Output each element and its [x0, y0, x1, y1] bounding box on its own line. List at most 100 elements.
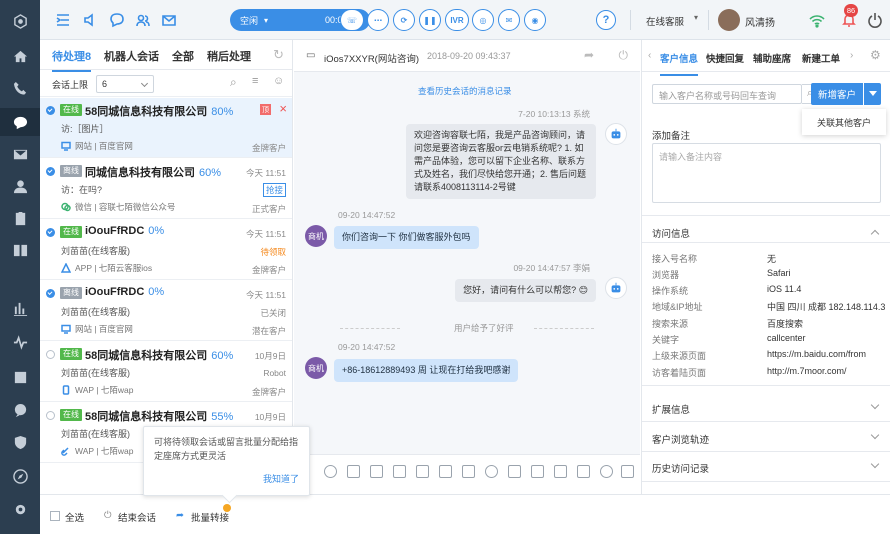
chevron-right-icon[interactable]: › [850, 50, 853, 61]
end-session-button[interactable]: 结束会话 [118, 510, 156, 524]
chevron-down-icon[interactable]: ▾ [694, 13, 698, 22]
chevron-up-icon[interactable] [870, 229, 880, 239]
list-item[interactable]: 在线 58同城信息科技有限公司 80% 顶 × 访:［图片］ 网站 | 百度官网 … [40, 98, 292, 158]
consult-icon[interactable]: ◎ [472, 9, 494, 31]
scissors-icon[interactable] [347, 465, 360, 478]
shield-icon[interactable] [0, 430, 40, 454]
batch-transfer-button[interactable]: 批量转接 [191, 510, 229, 524]
robot-icon[interactable]: ☺ [273, 75, 284, 87]
tab-pending[interactable]: 待处理8 [52, 48, 92, 72]
tab-assist[interactable]: 辅助座席 [753, 51, 791, 65]
section-history[interactable]: 历史访问记录 [652, 461, 709, 475]
user-icon[interactable] [0, 174, 40, 198]
tab-robot[interactable]: 机器人会话 [104, 48, 159, 64]
check-icon[interactable] [46, 289, 55, 298]
list-item[interactable]: 在线 58同城信息科技有限公司 60% 10月9日 刘苗苗(在线客服) Robot… [40, 342, 292, 402]
contacts-icon[interactable] [134, 11, 152, 29]
power-icon[interactable] [866, 11, 884, 29]
transfer-icon[interactable]: ⟳ [393, 9, 415, 31]
new-customer-button[interactable]: 新增客户 [811, 83, 863, 105]
hold-icon[interactable]: ⋯ [367, 9, 389, 31]
user-name[interactable]: 风清扬 [745, 14, 775, 29]
screen-icon[interactable] [577, 465, 590, 478]
hangup-icon[interactable]: ◉ [524, 9, 546, 31]
section-extended[interactable]: 扩展信息 [652, 402, 690, 416]
tab-new-ticket[interactable]: 新建工单 [802, 51, 840, 65]
check-icon[interactable] [46, 411, 55, 420]
home-icon[interactable] [0, 44, 40, 68]
chevron-down-icon[interactable] [870, 400, 880, 410]
chevron-left-icon[interactable]: ‹ [648, 50, 651, 61]
emoji-icon[interactable] [324, 465, 337, 478]
online-status-label[interactable]: 在线客服 [646, 14, 684, 28]
image-icon[interactable] [370, 465, 383, 478]
note-textarea[interactable]: 请输入备注内容 [652, 143, 881, 203]
customer-search-input[interactable]: 输入客户名称或号码回车查询 [652, 84, 802, 104]
tab-quick-reply[interactable]: 快捷回复 [706, 51, 744, 65]
check-icon[interactable] [46, 167, 55, 176]
chevron-down-icon[interactable] [870, 459, 880, 469]
volume-icon[interactable] [82, 11, 100, 29]
list-item[interactable]: 离线 iOouFfRDC 0% 今天 11:51 刘苗苗(在线客服) 已关闭 网站… [40, 281, 292, 341]
evaluate-icon[interactable] [462, 465, 475, 478]
select-all-label[interactable]: 全选 [65, 510, 84, 524]
gear-icon[interactable]: ⚙ [870, 48, 881, 62]
pin-tag[interactable]: 顶 [260, 104, 271, 115]
avatar[interactable] [718, 9, 740, 31]
folder-icon[interactable] [416, 465, 429, 478]
check-icon[interactable] [46, 106, 55, 115]
list-item[interactable]: 离线 同城信息科技有限公司 60% 今天 11:51 访：在吗? 抢接 微信 | … [40, 159, 292, 219]
chat-icon[interactable] [0, 108, 40, 136]
card-icon[interactable] [554, 465, 567, 478]
ivr-button[interactable]: IVR [445, 9, 469, 31]
search-icon[interactable]: ⌕ [230, 75, 237, 90]
settings-icon[interactable] [0, 497, 40, 521]
check-icon[interactable] [46, 350, 55, 359]
tab-later[interactable]: 稍后处理 [207, 48, 251, 64]
lock-icon[interactable] [531, 465, 544, 478]
help-icon[interactable]: ? [596, 10, 616, 30]
power-icon[interactable]: ⏻ [619, 48, 629, 63]
power-icon[interactable]: ⏻ [104, 510, 112, 521]
section-browse-trace[interactable]: 客户浏览轨迹 [652, 432, 709, 446]
call-icon[interactable]: ☏ [340, 9, 364, 31]
lock-icon[interactable] [621, 465, 634, 478]
email-icon[interactable] [160, 11, 178, 29]
chat-bubble-icon[interactable] [108, 11, 126, 29]
close-icon[interactable]: × [279, 102, 287, 115]
collapse-menu-icon[interactable] [54, 11, 72, 29]
leaf-icon[interactable] [485, 465, 498, 478]
select-all-checkbox[interactable] [50, 511, 60, 521]
pulse-icon[interactable] [0, 330, 40, 354]
grab-button[interactable]: 抢接 [262, 183, 286, 197]
bar-chart-icon[interactable] [0, 296, 40, 320]
clipboard-icon[interactable] [0, 206, 40, 230]
share-icon[interactable]: ➦ [584, 48, 594, 62]
clock-icon[interactable] [508, 465, 521, 478]
phone-icon[interactable] [0, 76, 40, 100]
robot-icon[interactable] [600, 465, 613, 478]
visit-info-title[interactable]: 访问信息 [652, 226, 690, 240]
transfer-icon[interactable]: ➦ [176, 510, 184, 521]
check-icon[interactable] [46, 228, 55, 237]
list-item[interactable]: 在线 iOouFfRDC 0% 今天 11:51 刘苗苗(在线客服) 待领取 AP… [40, 220, 292, 280]
video-icon[interactable] [393, 465, 406, 478]
limit-select[interactable]: 6 [96, 75, 154, 93]
tooltip-ok-button[interactable]: 我知道了 [263, 472, 299, 486]
sort-icon[interactable]: ≡ [252, 75, 258, 87]
chevron-down-icon[interactable] [870, 430, 880, 440]
chevron-down-icon[interactable] [864, 83, 881, 105]
doc-icon[interactable] [439, 465, 452, 478]
link-other-customer[interactable]: 关联其他客户 [802, 109, 886, 135]
history-link[interactable]: 查看历史会话的消息记录 [418, 85, 512, 97]
mail-icon[interactable] [0, 142, 40, 166]
calendar-icon[interactable] [0, 364, 40, 388]
sms-icon[interactable]: ✉ [498, 9, 520, 31]
tab-customer-info[interactable]: 客户信息 [660, 51, 699, 76]
tab-all[interactable]: 全部 [172, 48, 194, 64]
message-icon[interactable] [0, 398, 40, 422]
book-icon[interactable] [0, 238, 40, 262]
compass-icon[interactable] [0, 464, 40, 488]
refresh-icon[interactable]: ↻ [273, 47, 284, 63]
pause-icon[interactable]: ❚❚ [419, 9, 441, 31]
